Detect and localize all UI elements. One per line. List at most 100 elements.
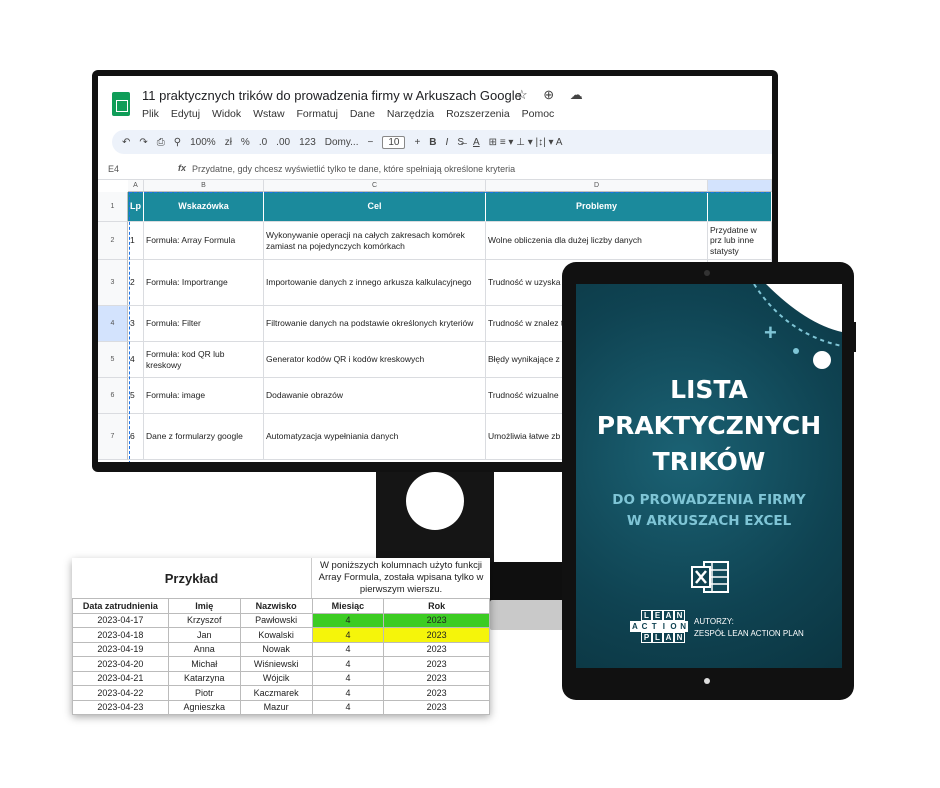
cell-goal[interactable]: Importowanie danych z innego arkusza kal…	[264, 260, 486, 306]
row-number[interactable]: 1	[98, 192, 128, 222]
cell-last-name: Wiśniewski	[239, 656, 313, 672]
header-cell-lp[interactable]: Lp	[128, 192, 144, 222]
cell-tip[interactable]: Dane z formularzy google	[144, 414, 264, 460]
authors-block: AUTORZY: ZESPÓŁ LEAN ACTION PLAN	[694, 616, 804, 640]
document-title[interactable]: 11 praktycznych trików do prowadzenia fi…	[142, 88, 522, 103]
menu-item-pomoc[interactable]: Pomoc	[522, 108, 555, 120]
cell-tip[interactable]: Formuła: Filter	[144, 306, 264, 342]
menu-item-dane[interactable]: Dane	[350, 108, 375, 120]
cell-first-name: Krzyszof	[167, 612, 241, 628]
header-cell-e[interactable]	[708, 192, 772, 222]
column-header-b[interactable]: B	[144, 180, 264, 192]
cell-tip[interactable]: Formuła: Array Formula	[144, 222, 264, 260]
example-note: W poniższych kolumnach użyto funkcji Arr…	[318, 560, 484, 595]
paint-format-icon[interactable]: ⚲	[174, 137, 181, 148]
print-icon[interactable]: ⎙	[157, 137, 165, 148]
cell-lp[interactable]: 1	[128, 222, 144, 260]
currency-format-button[interactable]: zł	[225, 137, 232, 148]
cell-last-name: Wójcik	[239, 670, 313, 686]
font-size-decrease-button[interactable]: −	[367, 137, 373, 148]
logo-letter: P	[641, 632, 652, 643]
cell-month: 4	[311, 699, 385, 715]
menu-item-edytuj[interactable]: Edytuj	[171, 108, 200, 120]
more-format-icons[interactable]: ⊞ ≡ ▾ ⊥ ▾ |↕| ▾ A	[489, 137, 563, 148]
row-number[interactable]: 3	[98, 260, 128, 306]
cell-date: 2023-04-18	[72, 627, 169, 643]
zoom-select[interactable]: 100%	[190, 137, 216, 148]
menu-item-rozszerzenia[interactable]: Rozszerzenia	[446, 108, 510, 120]
cell-lp[interactable]: 6	[128, 414, 144, 460]
cell-goal[interactable]: Filtrowanie danych na podstawie określon…	[264, 306, 486, 342]
cell-goal[interactable]: Generator kodów QR i kodów kreskowych	[264, 342, 486, 378]
cell-tip[interactable]: Formuła: Importrange	[144, 260, 264, 306]
cell-extra[interactable]: Przydatne w prz lub inne statysty	[708, 222, 772, 260]
formula-input[interactable]: Przydatne, gdy chcesz wyświetlić tylko t…	[192, 164, 515, 174]
plus-icon: +	[764, 320, 777, 345]
table-row: 2023-04-17 Krzyszof Pawłowski 4 2023	[72, 612, 490, 628]
cell-goal[interactable]: Automatyzacja wypełniania danych	[264, 414, 486, 460]
cell-first-name: Katarzyna	[167, 670, 241, 686]
number-format-button[interactable]: 123	[299, 137, 316, 148]
cell-date: 2023-04-17	[72, 612, 169, 628]
cell-year: 2023	[383, 670, 490, 686]
cell-first-name: Michał	[167, 656, 241, 672]
cell-date: 2023-04-19	[72, 641, 169, 657]
font-size-increase-button[interactable]: +	[414, 137, 420, 148]
cell-tip[interactable]: Formuła: image	[144, 378, 264, 414]
row-number[interactable]: 6	[98, 378, 128, 414]
logo-letter: A	[663, 610, 674, 621]
cell-year: 2023	[383, 656, 490, 672]
logo-letter: C	[639, 621, 650, 632]
percent-format-button[interactable]: %	[241, 137, 250, 148]
cell-year: 2023	[383, 685, 490, 701]
italic-button[interactable]: I	[446, 137, 449, 148]
sheets-logo-icon[interactable]	[112, 92, 130, 116]
column-header-a[interactable]: A	[128, 180, 144, 192]
font-select[interactable]: Domy...	[325, 137, 359, 148]
cell-lp[interactable]: 4	[128, 342, 144, 378]
column-header-d[interactable]: D	[486, 180, 708, 192]
cell-year: 2023	[383, 699, 490, 715]
menu-item-widok[interactable]: Widok	[212, 108, 241, 120]
tablet-home-button[interactable]	[704, 678, 710, 684]
menu-item-formatuj[interactable]: Formatuj	[296, 108, 337, 120]
row-number[interactable]: 2	[98, 222, 128, 260]
cell-tip[interactable]: Formuła: kod QR lub kreskowy	[144, 342, 264, 378]
cell-problem[interactable]: Wolne obliczenia dla dużej liczby danych	[486, 222, 708, 260]
title-action-icons[interactable]: ☆ ⊕ ☁	[516, 87, 589, 103]
menu-item-narzedzia[interactable]: Narzędzia	[387, 108, 434, 120]
header-cell-problemy[interactable]: Problemy	[486, 192, 708, 222]
header-cell-wskazowka[interactable]: Wskazówka	[144, 192, 264, 222]
cell-reference-box[interactable]: E4	[108, 164, 119, 174]
row-number[interactable]: 5	[98, 342, 128, 378]
row-number[interactable]: 7	[98, 414, 128, 460]
cell-month: 4	[311, 612, 385, 628]
strikethrough-button[interactable]: S̶	[457, 137, 464, 148]
menu-item-wstaw[interactable]: Wstaw	[253, 108, 285, 120]
decrease-decimal-button[interactable]: .0	[259, 137, 267, 148]
table-row: 2023-04-20 Michał Wiśniewski 4 2023	[72, 656, 490, 672]
logo-letter: O	[668, 621, 679, 632]
menu-item-plik[interactable]: Plik	[142, 108, 159, 120]
logo-letter: N	[674, 632, 685, 643]
bold-button[interactable]: B	[429, 137, 436, 148]
formula-bar: E4 fx Przydatne, gdy chcesz wyświetlić t…	[98, 160, 772, 180]
row-number[interactable]: 4	[98, 306, 128, 342]
header-cell-cel[interactable]: Cel	[264, 192, 486, 222]
cell-goal[interactable]: Wykonywanie operacji na całych zakresach…	[264, 222, 486, 260]
cell-lp[interactable]: 5	[128, 378, 144, 414]
redo-icon[interactable]: ↷	[139, 137, 147, 148]
ebook-subtitle: DO PROWADZENIA FIRMY W ARKUSZACH EXCEL	[576, 490, 842, 532]
column-header-e[interactable]	[708, 180, 772, 192]
cell-lp[interactable]: 3	[128, 306, 144, 342]
ebook-subtitle-line: W ARKUSZACH EXCEL	[626, 513, 792, 529]
text-color-button[interactable]: A	[473, 137, 480, 148]
cell-lp[interactable]: 2	[128, 260, 144, 306]
font-size-input[interactable]: 10	[382, 135, 406, 149]
tablet-side-button	[850, 322, 856, 352]
header-imie: Imię	[167, 598, 241, 614]
column-header-c[interactable]: C	[264, 180, 486, 192]
undo-icon[interactable]: ↶	[122, 137, 130, 148]
increase-decimal-button[interactable]: .00	[276, 137, 290, 148]
cell-goal[interactable]: Dodawanie obrazów	[264, 378, 486, 414]
